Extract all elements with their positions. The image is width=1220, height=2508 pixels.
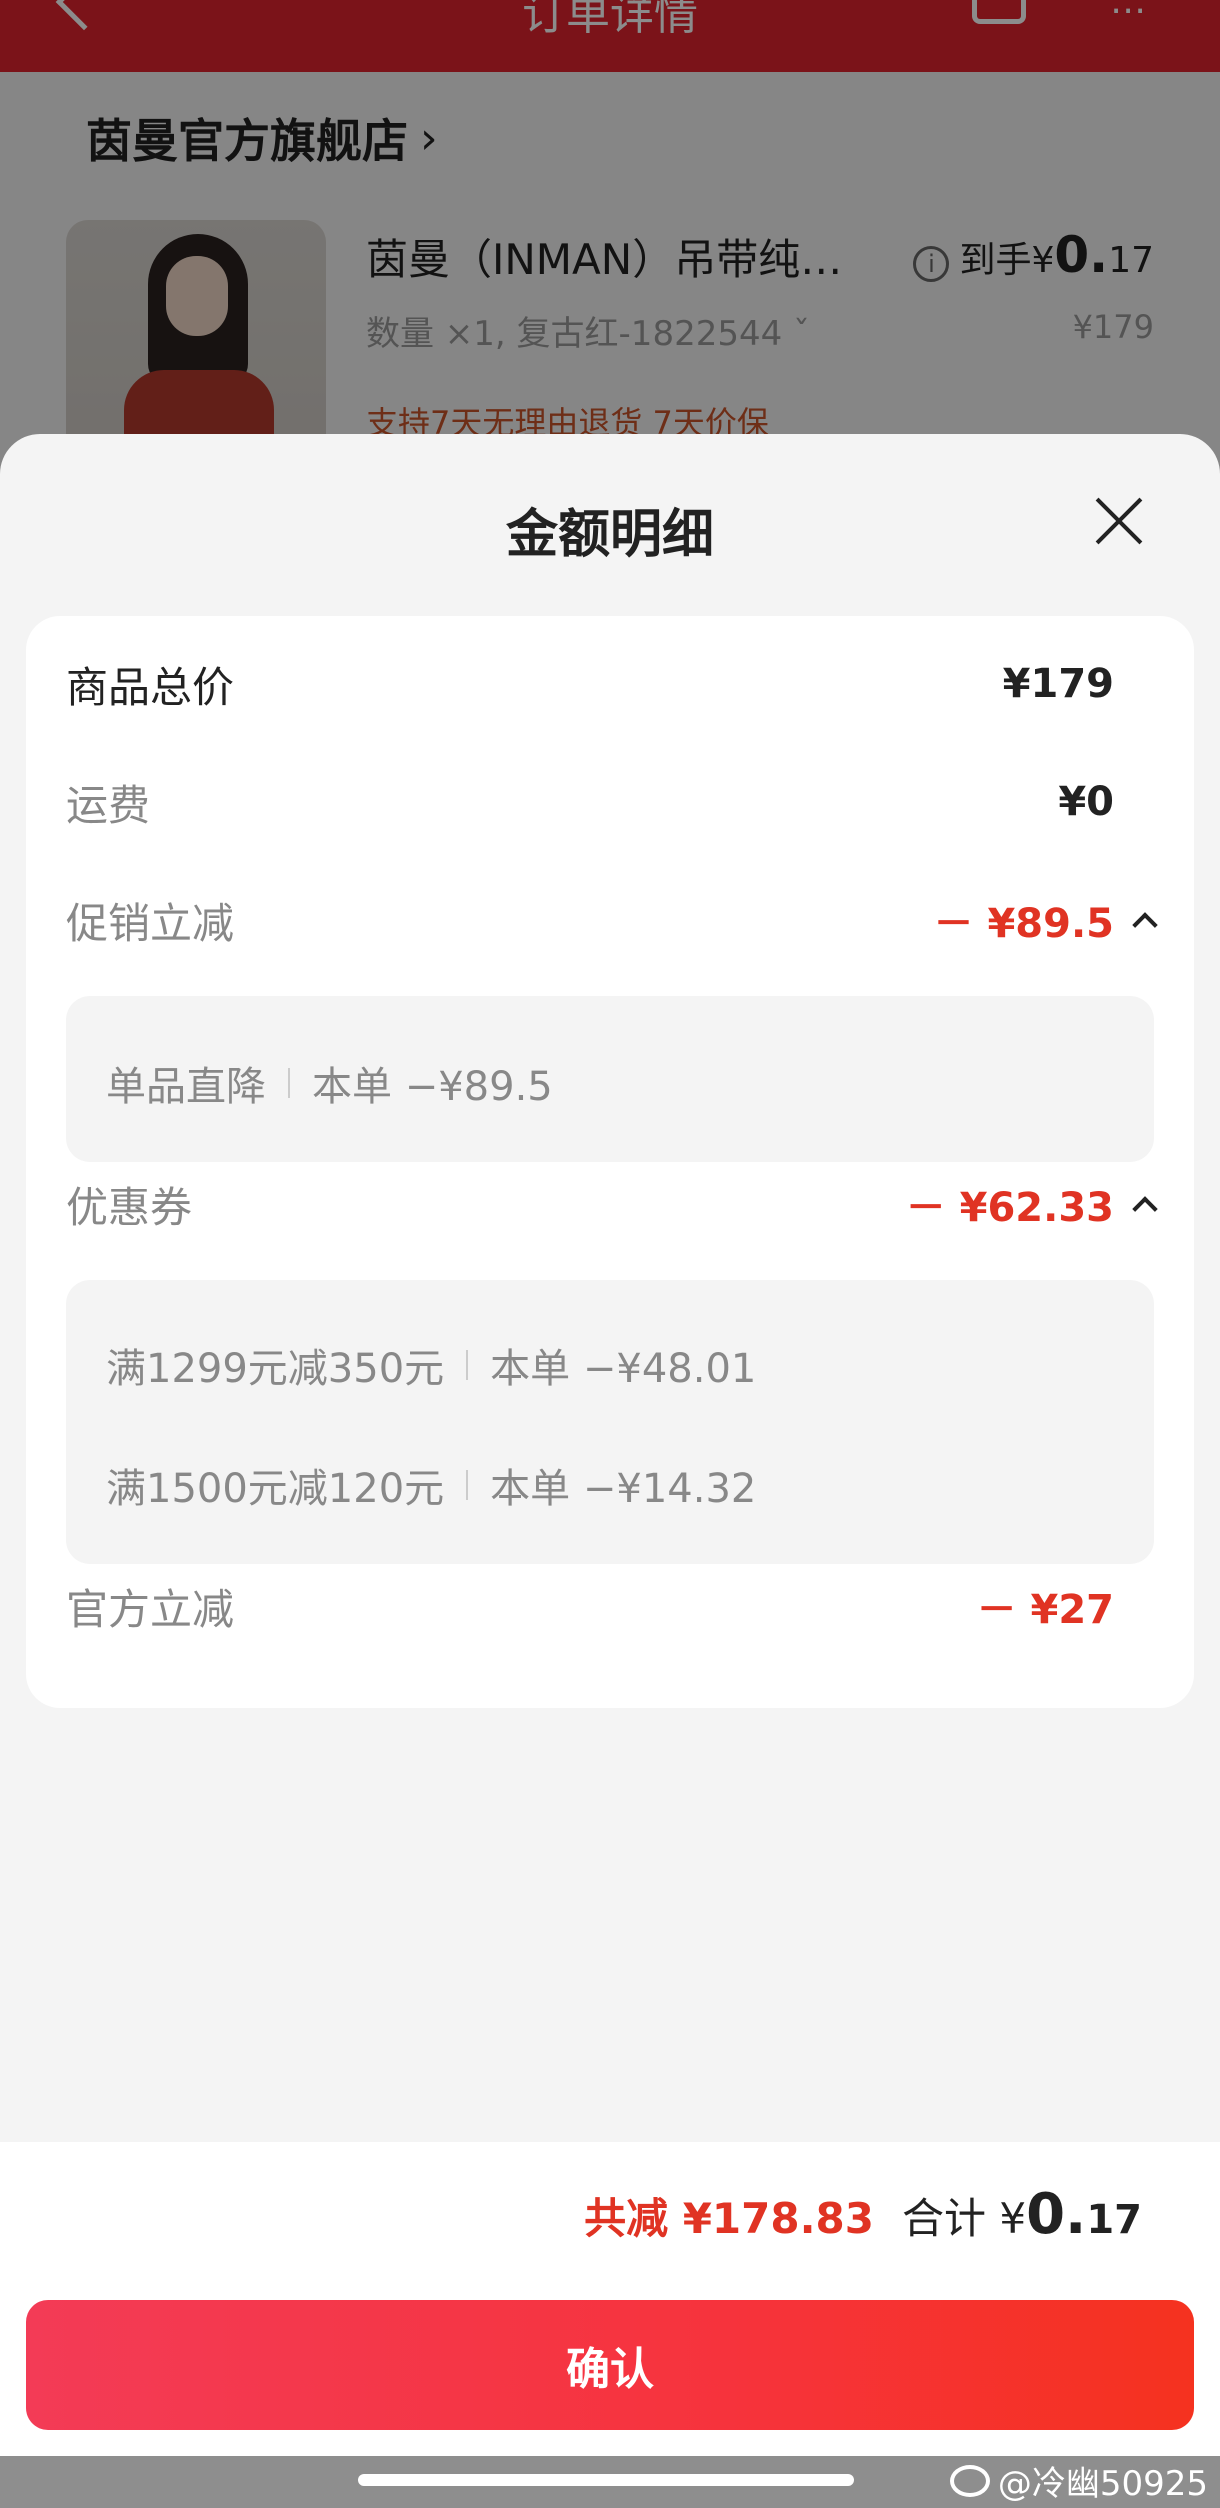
promo-value: － ¥89.5: [933, 901, 1114, 947]
promo-row[interactable]: 促销立减 － ¥89.5: [66, 890, 1158, 950]
promo-label: 促销立减: [66, 898, 235, 948]
promo-value-wrap: － ¥89.5: [933, 891, 1158, 949]
subtotal-value: ¥179: [1002, 661, 1114, 707]
divider: [288, 1068, 290, 1098]
coupon-detail-line: 满1299元减350元 本单 −¥48.01: [106, 1336, 756, 1394]
shipping-value: ¥0: [1058, 779, 1114, 825]
amount-card: 商品总价 ¥179 运费 ¥0 促销立减 － ¥89.5 单品直降 本单 −¥8…: [26, 616, 1194, 1708]
total-integer: 0.: [1026, 2182, 1087, 2247]
promo-detail-box: 单品直降 本单 −¥89.5: [66, 996, 1154, 1162]
home-indicator[interactable]: [358, 2474, 854, 2486]
official-label: 官方立减: [66, 1584, 235, 1634]
promo-detail-name: 单品直降: [106, 1064, 266, 1110]
total-saved: 共减 ¥178.83: [584, 2194, 874, 2243]
close-icon[interactable]: [1092, 494, 1146, 548]
coupon-value: － ¥62.33: [905, 1185, 1114, 1231]
coupon-detail-box: 满1299元减350元 本单 −¥48.01 满1500元减120元 本单 −¥…: [66, 1280, 1154, 1564]
shipping-row: 运费 ¥0: [66, 772, 1154, 832]
subtotal-row: 商品总价 ¥179: [66, 654, 1154, 714]
coupon-detail-name: 满1500元减120元: [106, 1466, 445, 1512]
coupon-detail-line: 满1500元减120元 本单 −¥14.32: [106, 1456, 756, 1514]
coupon-detail-amount: 本单 −¥14.32: [490, 1466, 757, 1512]
divider: [466, 1470, 469, 1500]
subtotal-label: 商品总价: [66, 662, 235, 712]
coupon-detail-amount: 本单 −¥48.01: [490, 1346, 757, 1392]
chevron-up-icon[interactable]: [1132, 912, 1158, 938]
weibo-icon: [949, 2464, 990, 2497]
divider: [466, 1350, 469, 1380]
summary-bar: 共减 ¥178.83 合计 ¥ 0. 17: [0, 2142, 1220, 2284]
total-decimal: 17: [1086, 2197, 1142, 2243]
watermark-text: @冷幽50925: [997, 2464, 1208, 2504]
confirm-button[interactable]: 确认: [26, 2300, 1194, 2430]
confirm-area: 确认: [0, 2284, 1220, 2456]
order-summary: 共减 ¥178.83 合计 ¥ 0. 17: [584, 2182, 1142, 2247]
promo-detail-line: 单品直降 本单 −¥89.5: [106, 1054, 553, 1112]
official-row: 官方立减 － ¥27: [66, 1576, 1154, 1636]
coupon-value-wrap: － ¥62.33: [905, 1175, 1158, 1233]
total-label: 合计 ¥: [902, 2194, 1027, 2243]
coupon-label: 优惠券: [66, 1182, 193, 1232]
coupon-detail-name: 满1299元减350元: [106, 1346, 445, 1392]
coupon-row[interactable]: 优惠券 － ¥62.33: [66, 1174, 1158, 1234]
shipping-label: 运费: [66, 780, 151, 830]
promo-detail-amount: 本单 −¥89.5: [312, 1064, 553, 1110]
official-value: － ¥27: [976, 1587, 1114, 1633]
watermark: @冷幽50925: [949, 2456, 1208, 2505]
chevron-up-icon[interactable]: [1132, 1196, 1158, 1222]
sheet-title: 金额明细: [505, 505, 714, 565]
